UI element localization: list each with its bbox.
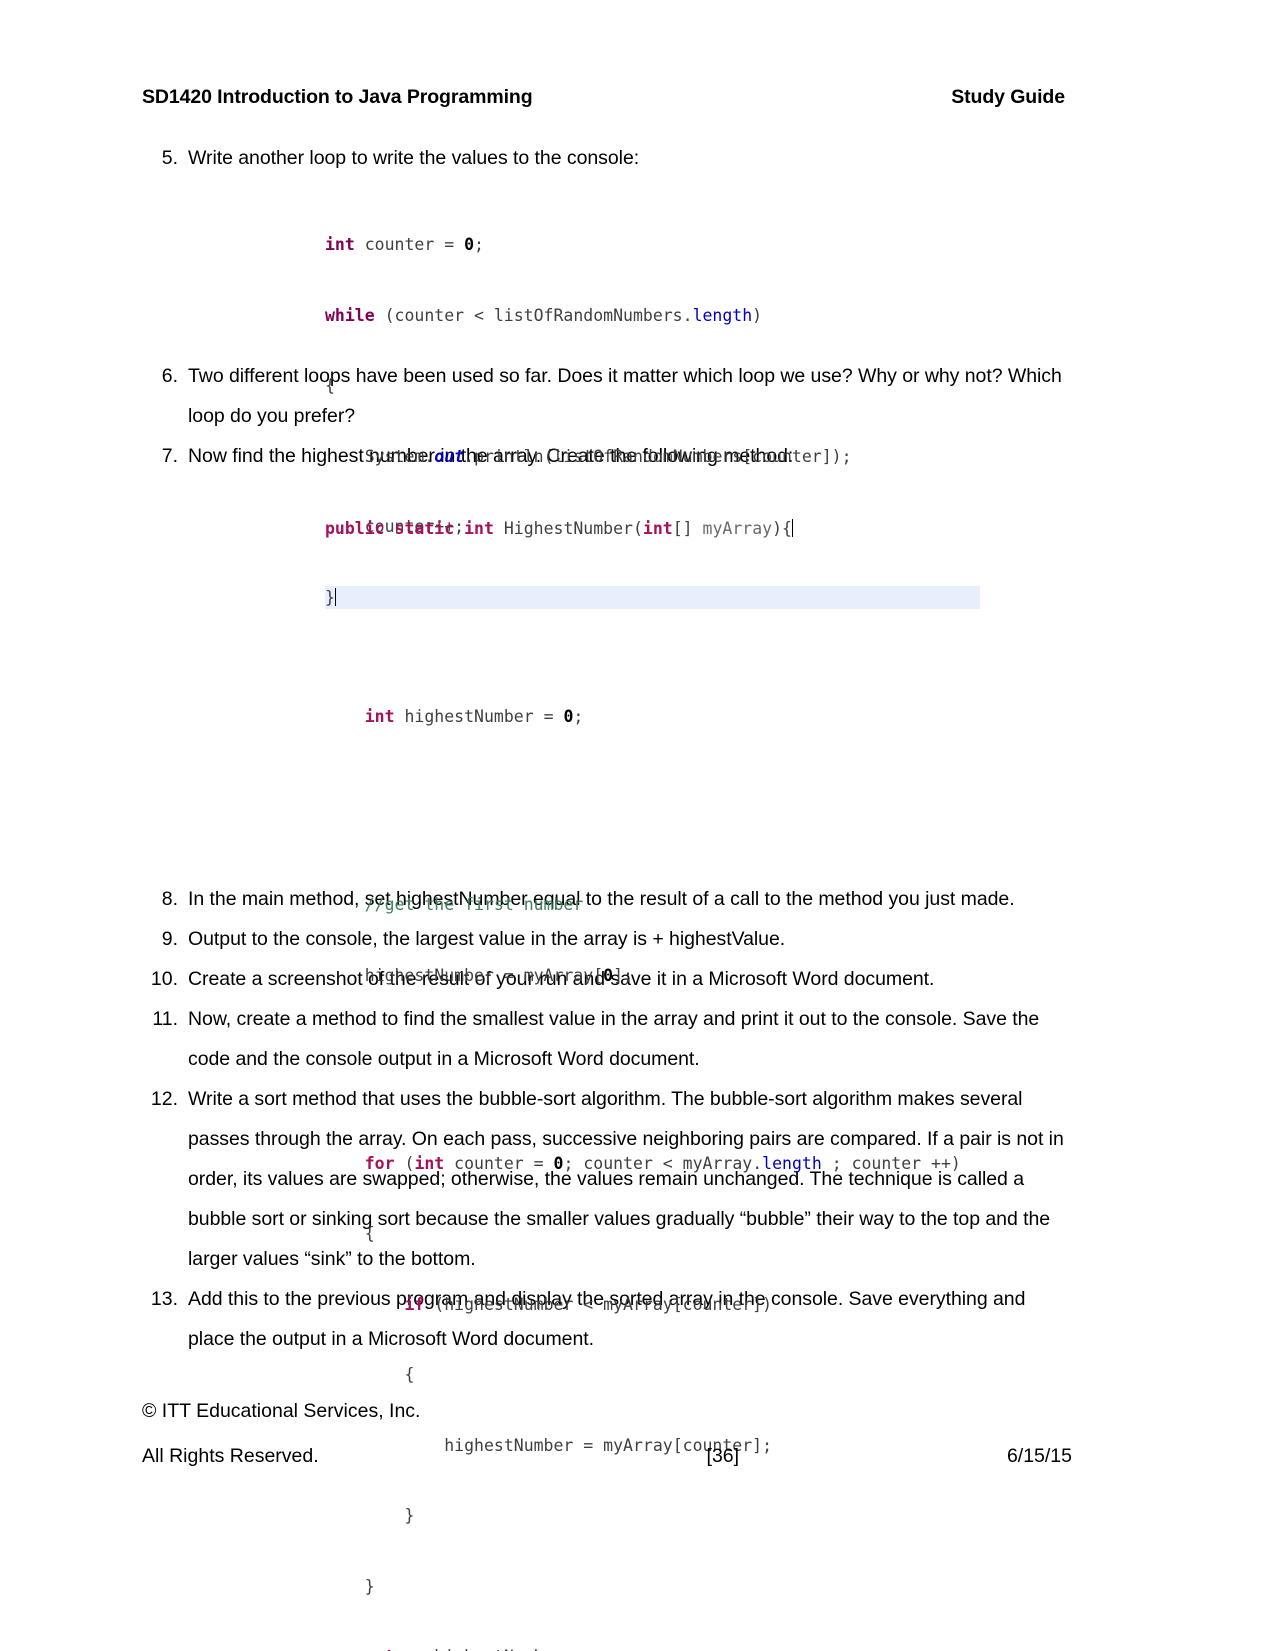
code-token-text: highestNumber = myArray[ <box>364 965 604 985</box>
code-token-keyword: int <box>464 519 494 538</box>
code-token-text: HighestNumber( <box>493 519 643 538</box>
code-token-text: counter = <box>444 1153 554 1173</box>
rights-text: All Rights Reserved. <box>142 1445 319 1467</box>
list-item-number: 6. <box>161 365 178 387</box>
code-token-parameter: myArray <box>702 519 773 538</box>
code-block-highest-number: public static int HighestNumber(int[] my… <box>325 470 1055 1651</box>
code-line: //get the first number <box>325 893 1055 917</box>
code-token-number: 0 <box>464 235 475 254</box>
code-token-text: ) <box>752 305 763 325</box>
code-token-keyword: while <box>325 305 375 325</box>
code-token-number: 0 <box>603 965 614 985</box>
code-token-text: ( <box>394 1153 415 1173</box>
code-token-keyword: int <box>414 1153 445 1173</box>
code-token-keyword: int <box>364 707 395 726</box>
page-footer-copyright: © ITT Educational Services, Inc. <box>142 1400 1072 1423</box>
code-line: if (highestNumber < myArray[counter]) <box>325 1293 1055 1317</box>
code-line: { <box>325 1363 1055 1387</box>
page-header: SD1420 Introduction to Java Programming … <box>142 86 1067 109</box>
list-item-text: Write another loop to write the values t… <box>188 147 640 169</box>
code-token-text: counter = <box>354 235 465 254</box>
code-token-text: [] <box>672 519 703 538</box>
list-item-number: 11. <box>152 1008 178 1030</box>
list-item-number: 8. <box>161 888 178 910</box>
code-token-number: 0 <box>563 707 574 726</box>
code-token-text: .println(listOfRandomNumbers[counter]); <box>464 446 852 466</box>
code-token-text: (highestNumber < myArray[counter]) <box>424 1294 773 1314</box>
header-document-type: Study Guide <box>951 86 1065 108</box>
code-token-text: ; <box>573 707 584 726</box>
code-token-text: (counter < listOfRandomNumbers. <box>374 305 693 325</box>
list-item-number: 13. <box>150 1288 178 1310</box>
code-token-keyword: if <box>404 1294 425 1314</box>
code-token-keyword: for <box>364 1153 395 1173</box>
list-item-number: 12. <box>150 1088 178 1110</box>
code-line: int highestNumber = 0; <box>325 705 1055 729</box>
code-token-keyword: return <box>365 1647 425 1651</box>
code-token-keyword: int <box>325 235 355 254</box>
code-token-text: ){ <box>772 519 792 538</box>
code-line: while (counter < listOfRandomNumbers.len… <box>325 304 1025 328</box>
code-token-text: highestNumber; <box>424 1647 573 1651</box>
code-line: System.out.println(listOfRandomNumbers[c… <box>325 445 1025 469</box>
code-token-keyword: int <box>642 519 673 538</box>
copyright-text: © ITT Educational Services, Inc. <box>142 1400 421 1422</box>
header-course-title: SD1420 Introduction to Java Programming <box>142 86 533 108</box>
code-token-brace: } <box>364 1576 375 1596</box>
code-line: for (int counter = 0; counter < myArray.… <box>325 1152 1055 1176</box>
page-footer: All Rights Reserved. [36] 6/15/15 <box>142 1445 1072 1468</box>
text-caret <box>791 519 793 537</box>
document-page: SD1420 Introduction to Java Programming … <box>0 0 1275 1651</box>
list-item-number: 10. <box>150 968 178 990</box>
code-token-text: ; counter ++) <box>821 1153 961 1173</box>
page-number: [36] <box>706 1445 740 1467</box>
code-token-text: ; counter < myArray. <box>563 1153 763 1173</box>
code-token-keyword: public <box>325 519 385 538</box>
code-token-brace: { <box>325 376 335 395</box>
code-token-brace: { <box>364 1224 375 1243</box>
code-token-brace: } <box>404 1506 415 1525</box>
code-line: } <box>325 1575 1055 1599</box>
list-item: 5. Write another loop to write the value… <box>142 138 1077 178</box>
code-token-comment: //get the first number <box>364 895 584 914</box>
code-token-brace: { <box>404 1365 415 1384</box>
code-token-field: out <box>434 446 465 466</box>
code-token-field: length <box>692 305 753 325</box>
code-line: int counter = 0; <box>325 233 1025 257</box>
code-line: highestNumber = myArray[0]; <box>325 964 1055 988</box>
code-token-field: length <box>762 1153 822 1173</box>
list-item-number: 9. <box>161 928 178 950</box>
code-token-keyword: static <box>394 519 455 538</box>
list-item-number: 7. <box>161 445 178 467</box>
footer-date: 6/15/15 <box>1006 1445 1072 1467</box>
code-token-text: highestNumber = <box>394 707 564 726</box>
code-token-text: ; <box>474 235 484 254</box>
code-token-text: System. <box>325 446 435 466</box>
code-line: { <box>325 374 1025 398</box>
code-line: } <box>325 1504 1055 1528</box>
code-line: public static int HighestNumber(int[] my… <box>325 517 1055 541</box>
code-token-number: 0 <box>553 1153 564 1173</box>
code-line: return highestNumber; <box>325 1645 1055 1651</box>
code-token-text: ]; <box>613 965 633 985</box>
code-line: { <box>325 1222 1055 1246</box>
list-item-number: 5. <box>161 147 178 169</box>
